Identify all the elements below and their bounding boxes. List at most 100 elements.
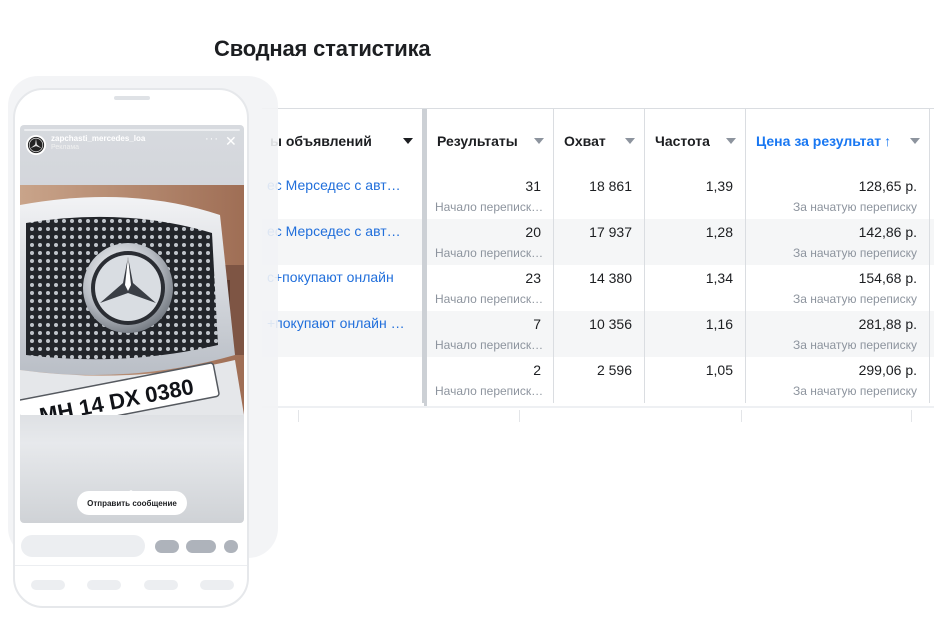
divider bbox=[741, 410, 742, 422]
cost-cell: 299,06 р. За начатую переписку bbox=[746, 357, 930, 403]
column-header-label: Результаты bbox=[437, 133, 518, 149]
column-header-label: Цена за результат bbox=[756, 133, 882, 149]
cost-cell: 142,86 р. За начатую переписку bbox=[746, 219, 930, 265]
frozen-column-divider[interactable] bbox=[424, 109, 427, 408]
column-header-label: Частота bbox=[655, 133, 710, 149]
car-photo: MH 14 DX 0380 bbox=[20, 185, 244, 415]
reach-cell: 2 596 bbox=[554, 357, 645, 403]
reply-input-placeholder bbox=[21, 535, 145, 557]
cost-type: За начатую переписку bbox=[792, 292, 917, 306]
frequency-value: 1,05 bbox=[705, 362, 733, 378]
frequency-value: 1,28 bbox=[705, 224, 733, 240]
results-cell: 2 Начало переписк… bbox=[427, 357, 554, 403]
ad-name-cell: с+покупают онлайн bbox=[262, 265, 424, 311]
reach-cell: 14 380 bbox=[554, 265, 645, 311]
table-row[interactable]: +покупают онлайн … 7 Начало переписк… 10… bbox=[262, 311, 934, 357]
table-row[interactable]: 2 Начало переписк… 2 596 1,05 299,06 р. … bbox=[262, 357, 934, 403]
column-header-label: ы объявлений bbox=[270, 133, 372, 149]
cost-value: 142,86 р. bbox=[858, 224, 917, 240]
mercedes-star-icon[interactable] bbox=[26, 135, 46, 155]
results-type: Начало переписк… bbox=[435, 384, 544, 398]
ad-name-cell: ес Мерседес с авт… bbox=[262, 173, 424, 219]
results-value: 7 bbox=[533, 316, 541, 332]
column-header-label: Охват bbox=[564, 133, 606, 149]
caret-down-icon[interactable] bbox=[403, 138, 413, 144]
arrow-up-icon[interactable]: ↑ bbox=[884, 133, 891, 149]
ad-name-link[interactable]: с+покупают онлайн bbox=[267, 269, 394, 285]
results-type: Начало переписк… bbox=[435, 338, 544, 352]
ad-name-cell: ес Мерседес с авт… bbox=[262, 219, 424, 265]
table-header: ы объявлений Результаты Охват Частота Це… bbox=[262, 109, 934, 173]
placeholder-pill bbox=[186, 540, 216, 553]
cost-cell: 128,65 р. За начатую переписку bbox=[746, 173, 930, 219]
cost-type: За начатую переписку bbox=[792, 200, 917, 214]
results-value: 2 bbox=[533, 362, 541, 378]
cost-type: За начатую переписку bbox=[792, 384, 917, 398]
table-row[interactable]: с+покупают онлайн 23 Начало переписк… 14… bbox=[262, 265, 934, 311]
story-ad-preview: MH 14 DX 0380 zapchasti_mercedes_loa Рек… bbox=[20, 125, 244, 523]
column-header-cost-per-result[interactable]: Цена за результат ↑ bbox=[746, 109, 930, 173]
results-type: Начало переписк… bbox=[435, 246, 544, 260]
results-value: 31 bbox=[525, 178, 541, 194]
send-message-button[interactable]: Отправить сообщение bbox=[77, 491, 187, 515]
reach-value: 14 380 bbox=[589, 270, 632, 286]
results-cell: 23 Начало переписк… bbox=[427, 265, 554, 311]
frequency-cell: 1,39 bbox=[645, 173, 746, 219]
reach-cell: 10 356 bbox=[554, 311, 645, 357]
frequency-value: 1,39 bbox=[705, 178, 733, 194]
phone-speaker bbox=[114, 96, 150, 100]
column-header-frequency[interactable]: Частота bbox=[645, 109, 746, 173]
cost-type: За начатую переписку bbox=[792, 338, 917, 352]
story-username[interactable]: zapchasti_mercedes_loa bbox=[51, 134, 145, 143]
nav-placeholder bbox=[200, 580, 234, 590]
nav-placeholder bbox=[31, 580, 65, 590]
frequency-cell: 1,16 bbox=[645, 311, 746, 357]
table-row[interactable]: ес Мерседес с авт… 20 Начало переписк… 1… bbox=[262, 219, 934, 265]
column-header-ad-name[interactable]: ы объявлений bbox=[262, 109, 424, 173]
cost-value: 154,68 р. bbox=[858, 270, 917, 286]
results-value: 23 bbox=[525, 270, 541, 286]
placeholder-pill bbox=[224, 540, 238, 553]
ad-name-link[interactable]: ес Мерседес с авт… bbox=[267, 177, 401, 193]
story-progress-bar bbox=[24, 129, 240, 131]
results-type: Начало переписк… bbox=[435, 292, 544, 306]
nav-placeholder bbox=[87, 580, 121, 590]
phone-preview: MH 14 DX 0380 zapchasti_mercedes_loa Рек… bbox=[13, 88, 249, 608]
frequency-value: 1,16 bbox=[705, 316, 733, 332]
frequency-cell: 1,05 bbox=[645, 357, 746, 403]
column-header-reach[interactable]: Охват bbox=[554, 109, 645, 173]
results-cell: 20 Начало переписк… bbox=[427, 219, 554, 265]
ad-name-link[interactable]: +покупают онлайн … bbox=[267, 315, 405, 331]
results-cell: 7 Начало переписк… bbox=[427, 311, 554, 357]
reach-value: 17 937 bbox=[589, 224, 632, 240]
divider bbox=[519, 410, 520, 422]
stats-table: ы объявлений Результаты Охват Частота Це… bbox=[262, 108, 934, 408]
caret-down-icon[interactable] bbox=[534, 138, 544, 144]
frequency-cell: 1,34 bbox=[645, 265, 746, 311]
results-type: Начало переписк… bbox=[435, 200, 544, 214]
reach-value: 18 861 bbox=[589, 178, 632, 194]
reach-value: 2 596 bbox=[596, 362, 632, 378]
close-icon[interactable]: ✕ bbox=[225, 134, 237, 148]
caret-down-icon[interactable] bbox=[726, 138, 736, 144]
ad-name-cell bbox=[262, 357, 424, 403]
frequency-value: 1,34 bbox=[705, 270, 733, 286]
caret-down-icon[interactable] bbox=[625, 138, 635, 144]
reach-value: 10 356 bbox=[589, 316, 632, 332]
reach-cell: 18 861 bbox=[554, 173, 645, 219]
results-value: 20 bbox=[525, 224, 541, 240]
cost-value: 281,88 р. bbox=[858, 316, 917, 332]
caret-down-icon[interactable] bbox=[910, 138, 920, 144]
table-row[interactable]: ес Мерседес с авт… 31 Начало переписк… 1… bbox=[262, 173, 934, 219]
reach-cell: 17 937 bbox=[554, 219, 645, 265]
ad-name-link[interactable]: ес Мерседес с авт… bbox=[267, 223, 401, 239]
divider bbox=[911, 410, 912, 422]
more-options-icon[interactable]: ··· bbox=[205, 133, 219, 145]
sponsored-label: Реклама bbox=[51, 144, 80, 151]
column-header-results[interactable]: Результаты bbox=[427, 109, 554, 173]
divider bbox=[15, 565, 247, 566]
cost-value: 299,06 р. bbox=[858, 362, 917, 378]
divider bbox=[298, 410, 299, 422]
cost-value: 128,65 р. bbox=[858, 178, 917, 194]
ad-name-cell: +покупают онлайн … bbox=[262, 311, 424, 357]
